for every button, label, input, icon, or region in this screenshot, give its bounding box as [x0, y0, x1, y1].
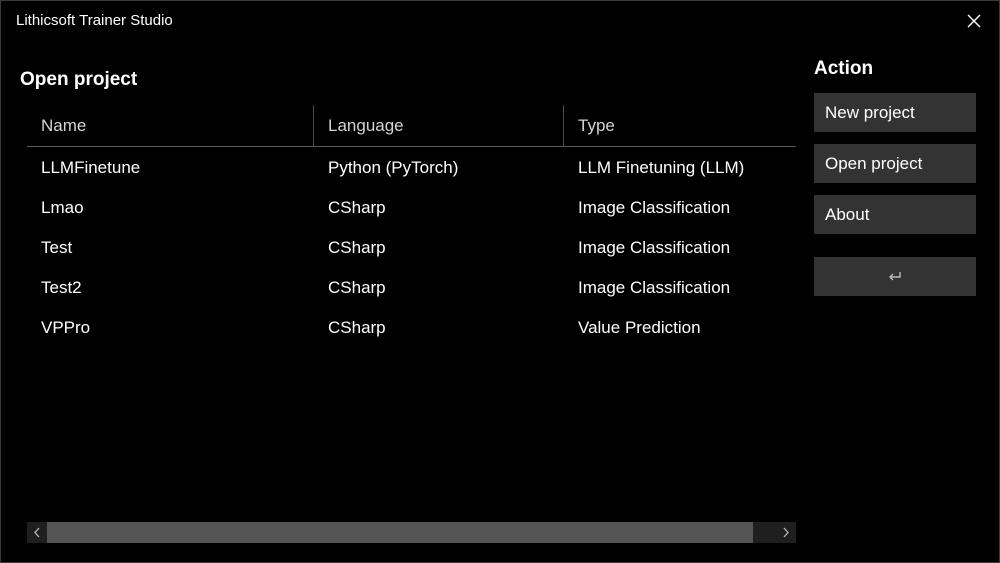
back-button[interactable]	[814, 257, 976, 296]
table-row[interactable]: Test CSharp Image Classification	[27, 227, 796, 267]
cell-type: Image Classification	[578, 198, 731, 217]
cell-language: CSharp	[328, 198, 386, 217]
cell-name: VPPro	[41, 318, 91, 337]
cell-name: Lmao	[41, 198, 84, 217]
table-row[interactable]: Test2 CSharp Image Classification	[27, 267, 796, 307]
action-title: Action	[814, 58, 874, 79]
close-button[interactable]	[963, 10, 985, 32]
cell-type: Image Classification	[578, 278, 731, 297]
open-project-title: Open project	[20, 69, 138, 90]
table-row[interactable]: VPPro CSharp Value Prediction	[27, 307, 796, 347]
column-resize-handle[interactable]	[563, 105, 564, 146]
open-project-button[interactable]: Open project	[814, 144, 976, 183]
column-header-type[interactable]: Type	[578, 105, 615, 146]
cell-name: Test	[41, 238, 73, 257]
chevron-right-icon	[783, 527, 789, 538]
cell-language: CSharp	[328, 238, 386, 257]
column-resize-handle[interactable]	[313, 105, 314, 146]
table-row[interactable]: Lmao CSharp Image Classification	[27, 187, 796, 227]
cell-name: LLMFinetune	[41, 158, 141, 177]
title-bar: Lithicsoft Trainer Studio	[1, 1, 999, 41]
about-button[interactable]: About	[814, 195, 976, 234]
cell-type: Image Classification	[578, 238, 731, 257]
cell-language: CSharp	[328, 278, 386, 297]
return-arrow-icon	[889, 271, 901, 281]
grid-header: Name Language Type	[27, 105, 796, 147]
cell-name: Test2	[41, 278, 82, 297]
table-row[interactable]: LLMFinetune Python (PyTorch) LLM Finetun…	[27, 147, 796, 187]
chevron-left-icon	[34, 527, 40, 538]
cell-type: LLM Finetuning (LLM)	[578, 158, 745, 177]
projects-grid: Name Language Type LLMFinetune Python (P…	[27, 105, 796, 525]
scrollbar-thumb[interactable]	[47, 522, 753, 543]
column-header-name[interactable]: Name	[41, 105, 86, 146]
horizontal-scrollbar[interactable]	[27, 522, 796, 543]
cell-language: CSharp	[328, 318, 386, 337]
app-title: Lithicsoft Trainer Studio	[16, 12, 173, 29]
new-project-button[interactable]: New project	[814, 93, 976, 132]
scroll-right-button[interactable]	[776, 522, 796, 543]
app-window: Lithicsoft Trainer Studio Open project N…	[0, 0, 1000, 563]
close-icon	[967, 14, 981, 28]
cell-language: Python (PyTorch)	[328, 158, 459, 177]
column-header-language[interactable]: Language	[328, 105, 404, 146]
scroll-left-button[interactable]	[27, 522, 47, 543]
cell-type: Value Prediction	[578, 318, 701, 337]
